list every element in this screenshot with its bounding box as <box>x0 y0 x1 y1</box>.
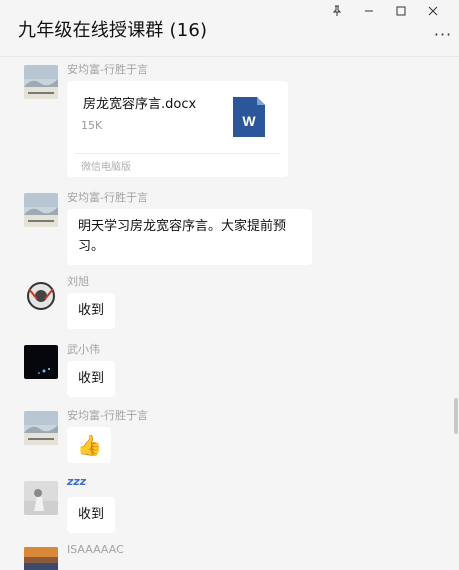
avatar[interactable] <box>24 279 58 313</box>
chat-header: 九年级在线授课群 (16) ··· <box>0 0 459 57</box>
sender-name: 安均富-行胜于言 <box>67 409 148 422</box>
message-bubble[interactable]: 明天学习房龙宽容序言。大家提前预 习。 <box>67 209 312 265</box>
file-name: 房龙宽容序言.docx <box>83 97 197 112</box>
word-doc-icon: W <box>233 97 265 137</box>
file-source: 微信电脑版 <box>81 162 131 173</box>
pin-icon[interactable] <box>321 2 353 20</box>
thumbs-up-icon: 👍 <box>77 433 102 457</box>
message-text-line: 习。 <box>78 239 105 254</box>
scrollbar[interactable] <box>454 398 458 434</box>
sender-name: 刘旭 <box>67 275 89 288</box>
avatar[interactable] <box>24 193 58 227</box>
more-options-button[interactable]: ··· <box>433 27 453 44</box>
sender-name: ISAAAAAC <box>67 543 124 556</box>
sleeping-zzz-icon: zzz <box>67 475 87 488</box>
message-text: 收到 <box>78 507 105 522</box>
message-list[interactable]: 安均富-行胜于言 房龙宽容序言.docx 15K W 微信电脑版 安均富-行胜于… <box>0 57 459 570</box>
sender-name: 安均富-行胜于言 <box>67 191 148 204</box>
message-text: 收到 <box>78 371 105 386</box>
avatar[interactable] <box>24 481 58 515</box>
file-size: 15K <box>81 119 103 132</box>
window-controls <box>321 2 449 20</box>
divider <box>75 153 280 154</box>
avatar[interactable] <box>24 547 58 570</box>
avatar[interactable] <box>24 411 58 445</box>
message-bubble[interactable]: 收到 <box>67 497 116 533</box>
file-message-card[interactable]: 房龙宽容序言.docx 15K W 微信电脑版 <box>67 81 288 177</box>
avatar[interactable] <box>24 65 58 99</box>
sender-name: 武小伟 <box>67 343 100 356</box>
message-text-line: 明天学习房龙宽容序言。大家提前预 <box>78 219 287 234</box>
maximize-icon[interactable] <box>385 2 417 20</box>
message-bubble[interactable]: 收到 <box>67 293 116 329</box>
minimize-icon[interactable] <box>353 2 385 20</box>
chat-title: 九年级在线授课群 (16) <box>18 20 208 41</box>
close-icon[interactable] <box>417 2 449 20</box>
message-bubble[interactable]: 👍 <box>67 427 111 463</box>
avatar[interactable] <box>24 345 58 379</box>
message-text: 收到 <box>78 303 105 318</box>
word-letter: W <box>242 113 256 129</box>
sender-name: 安均富-行胜于言 <box>67 63 148 76</box>
message-bubble[interactable]: 收到 <box>67 361 116 397</box>
